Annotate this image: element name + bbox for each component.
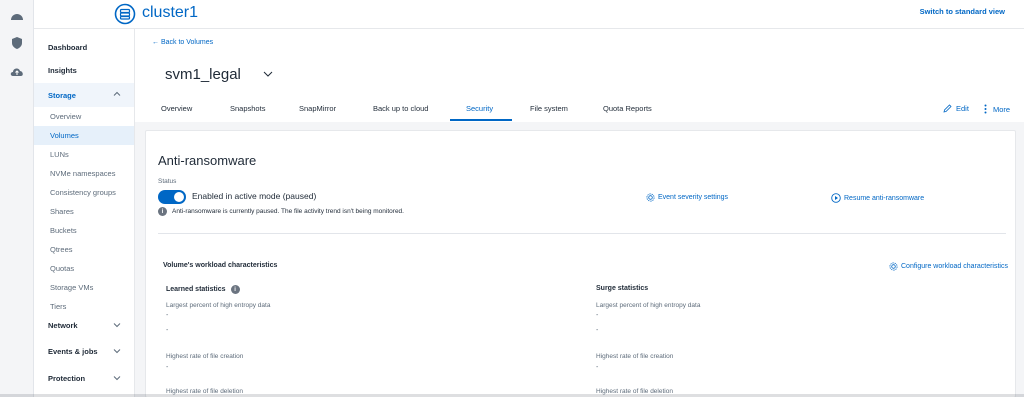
chevron-down-icon [113, 323, 121, 328]
tab-snapmirror[interactable]: SnapMirror [299, 104, 336, 113]
sidebar-item-volumes[interactable]: Volumes [34, 126, 134, 145]
sidebar-nav: Dashboard Insights Storage Overview Volu… [34, 29, 135, 397]
tab-file-system[interactable]: File system [530, 104, 568, 113]
tab-back-up-to-cloud[interactable]: Back up to cloud [373, 104, 428, 113]
sidebar-item-insights[interactable]: Insights [34, 59, 134, 81]
anti-ransomware-card: Anti-ransomware Status Enabled in active… [145, 130, 1016, 397]
surge-entropy-value: - [596, 327, 599, 334]
sidebar-item-consistency-groups[interactable]: Consistency groups [34, 183, 134, 202]
resume-anti-ransomware-link[interactable]: Resume anti-ransomware [831, 193, 924, 203]
play-circle-icon [831, 193, 841, 203]
surge-statistics-heading: Surge statistics [596, 285, 649, 292]
surge-creation-value: - [596, 364, 599, 371]
section-divider [158, 233, 1006, 234]
edit-button[interactable]: Edit [943, 104, 969, 113]
sidebar-item-storage[interactable]: Storage [34, 83, 134, 107]
volume-selector-chevron-icon[interactable] [262, 69, 274, 79]
vertical-ellipsis-icon [984, 104, 987, 114]
learned-entropy-value: - [166, 327, 169, 334]
sidebar-item-protection[interactable]: Protection [34, 367, 134, 389]
cluster-icon [114, 3, 136, 25]
more-button[interactable]: More [984, 104, 1010, 114]
toggle-status-text: Enabled in active mode (paused) [192, 191, 317, 201]
sidebar-item-nvme-namespaces[interactable]: NVMe namespaces [34, 164, 134, 183]
gear-icon [646, 193, 655, 202]
active-tab-indicator [450, 119, 512, 121]
top-bar: cluster1 Switch to standard view [34, 0, 1024, 29]
sidebar-item-buckets[interactable]: Buckets [34, 221, 134, 240]
chevron-down-icon [113, 349, 121, 354]
learned-entropy-label: Largest percent of high entropy data [166, 302, 271, 309]
sidebar-item-shares[interactable]: Shares [34, 202, 134, 221]
switch-to-standard-view-link[interactable]: Switch to standard view [920, 7, 1005, 16]
volume-name: svm1_legal [165, 66, 241, 83]
sidebar-item-qtrees[interactable]: Qtrees [34, 240, 134, 259]
configure-workload-characteristics-link[interactable]: Configure workload characteristics [889, 262, 1008, 271]
tab-security[interactable]: Security [466, 104, 493, 113]
surge-entropy-value: - [596, 312, 599, 319]
sidebar-item-dashboard[interactable]: Dashboard [34, 36, 134, 58]
tab-snapshots[interactable]: Snapshots [230, 104, 265, 113]
tab-quota-reports[interactable]: Quota Reports [603, 104, 652, 113]
anti-ransomware-toggle[interactable] [158, 190, 186, 204]
toggle-knob [174, 192, 184, 202]
surge-creation-label: Highest rate of file creation [596, 353, 674, 360]
sidebar-item-overview[interactable]: Overview [34, 107, 134, 126]
back-to-volumes-link[interactable]: ← Back to Volumes [152, 39, 213, 46]
pencil-icon [943, 104, 952, 113]
surge-entropy-label: Largest percent of high entropy data [596, 302, 701, 309]
sidebar-item-storage-vms[interactable]: Storage VMs [34, 278, 134, 297]
info-icon: i [158, 207, 167, 216]
sidebar-item-network[interactable]: Network [34, 314, 134, 336]
learned-entropy-value: - [166, 312, 169, 319]
workload-characteristics-title: Volume's workload characteristics [163, 262, 278, 269]
chevron-down-icon [113, 376, 121, 381]
cloud-upload-icon[interactable] [7, 63, 27, 79]
main-content: ← Back to Volumes svm1_legal Overview Sn… [135, 29, 1024, 397]
status-label: Status [158, 178, 177, 185]
sidebar-item-luns[interactable]: LUNs [34, 145, 134, 164]
tab-overview[interactable]: Overview [161, 104, 192, 113]
info-icon[interactable]: i [230, 285, 240, 294]
shield-icon[interactable] [7, 35, 27, 51]
gear-icon [889, 262, 898, 271]
event-severity-settings-link[interactable]: Event severity settings [646, 193, 728, 202]
icon-rail [0, 0, 34, 397]
paused-info-message: i Anti-ransomware is currently paused. T… [158, 207, 404, 216]
learned-statistics-heading: Learned statistics i [166, 285, 240, 294]
cluster-name[interactable]: cluster1 [142, 4, 198, 22]
learned-creation-value: - [166, 364, 169, 371]
dashboard-gauge-icon[interactable] [7, 8, 27, 24]
chevron-up-icon [113, 91, 121, 96]
sidebar-item-events-jobs[interactable]: Events & jobs [34, 340, 134, 362]
sidebar-item-quotas[interactable]: Quotas [34, 259, 134, 278]
anti-ransomware-title: Anti-ransomware [158, 153, 257, 168]
learned-creation-label: Highest rate of file creation [166, 353, 244, 360]
volume-header: ← Back to Volumes svm1_legal Overview Sn… [135, 29, 1024, 122]
